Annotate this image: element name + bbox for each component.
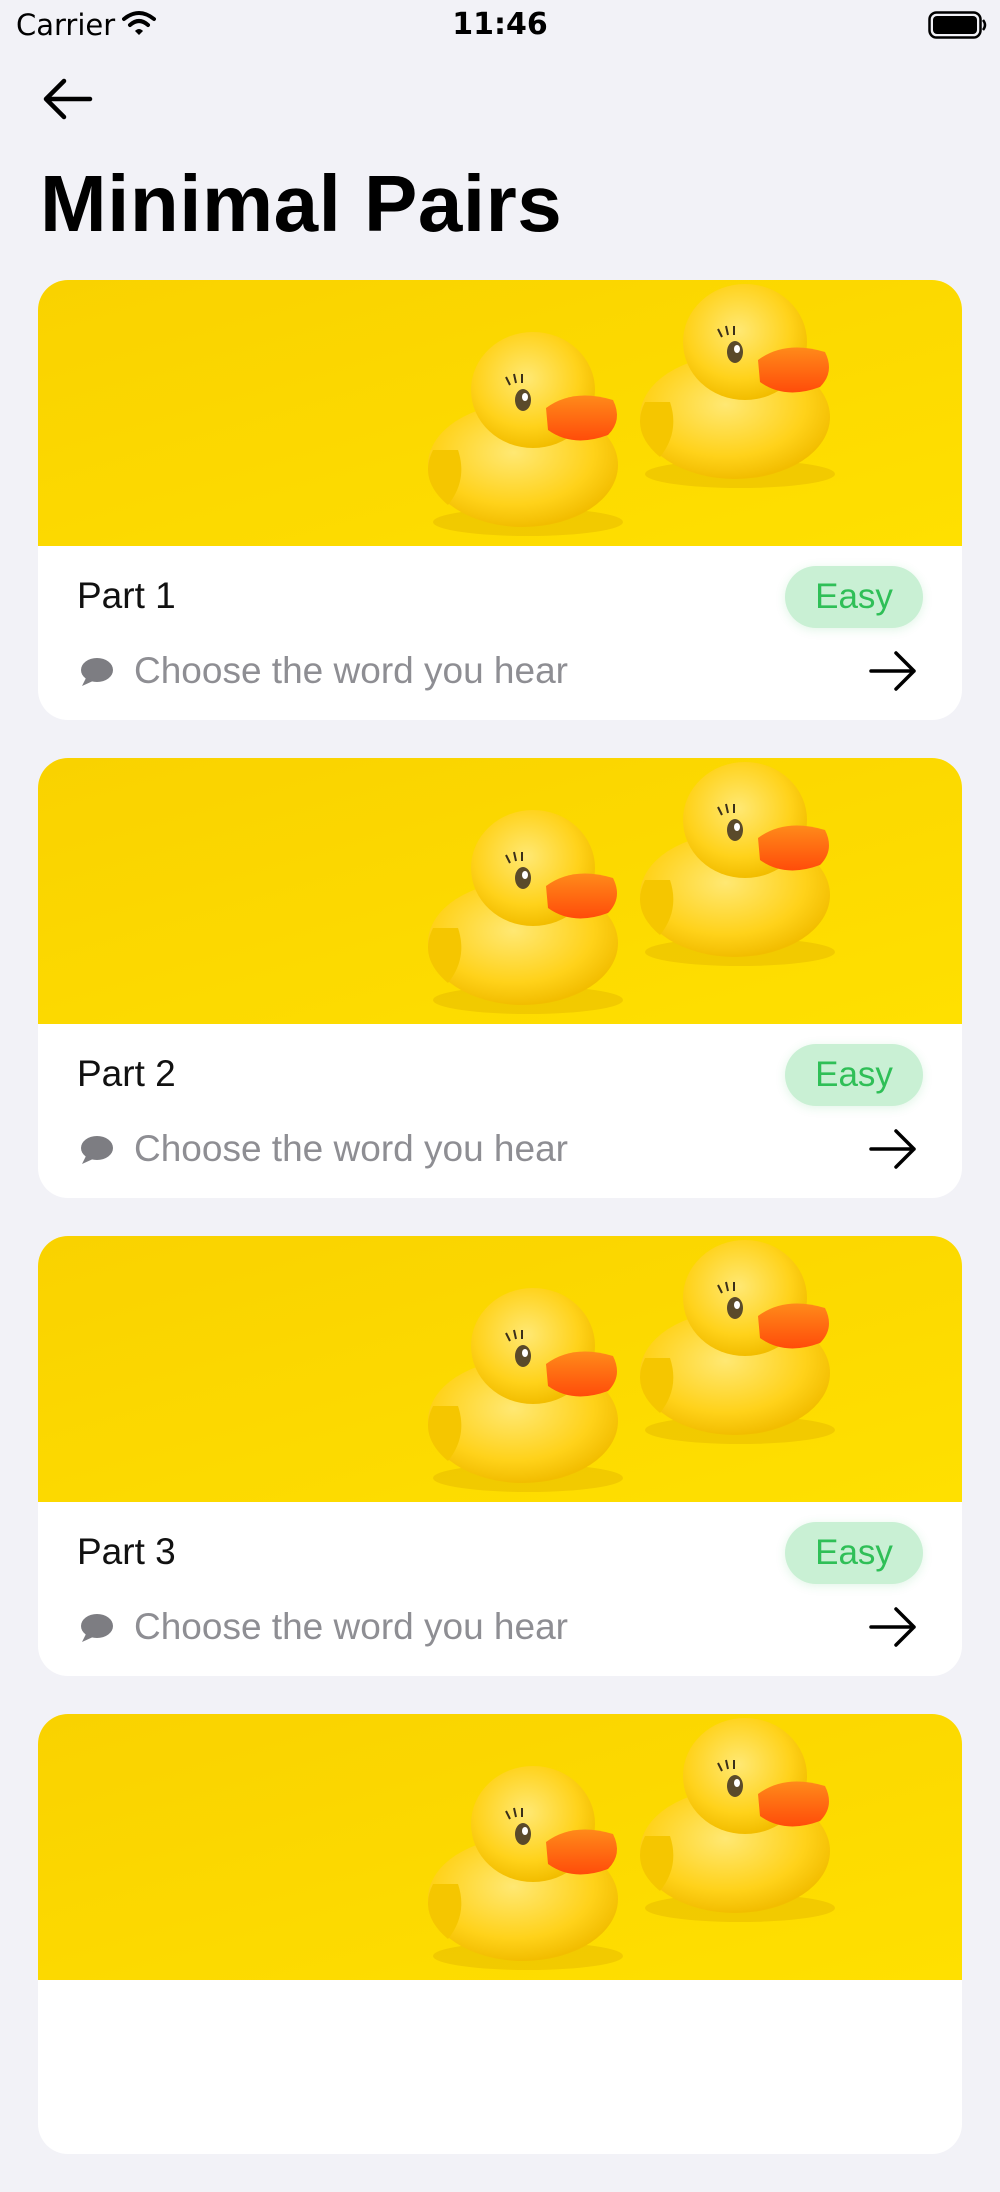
- status-bar: Carrier 11:46: [0, 0, 1000, 52]
- card-subtitle: Choose the word you hear: [134, 1606, 568, 1647]
- speech-bubble-icon: [81, 1614, 113, 1642]
- card-title: Part 3: [77, 1531, 176, 1572]
- card-title: Part 1: [77, 575, 176, 616]
- difficulty-badge: Easy: [785, 566, 923, 628]
- difficulty-badge: Easy: [785, 1044, 923, 1106]
- lesson-card[interactable]: [38, 1714, 962, 2154]
- card-subtitle: Choose the word you hear: [134, 1128, 568, 1169]
- arrow-left-icon: [43, 78, 93, 120]
- back-button[interactable]: [40, 74, 96, 124]
- rubber-ducks-image: [38, 758, 962, 1024]
- arrow-right-icon[interactable]: [868, 1606, 918, 1648]
- clock-time: 11:46: [452, 7, 548, 42]
- difficulty-badge: Easy: [785, 1522, 923, 1584]
- rubber-ducks-image: [38, 1714, 962, 1980]
- lesson-card[interactable]: Part 3 Easy Choose the word you hear: [38, 1236, 962, 1676]
- speech-bubble-icon: [81, 658, 113, 686]
- card-title: Part 2: [77, 1053, 176, 1094]
- arrow-right-icon[interactable]: [868, 650, 918, 692]
- speech-bubble-icon: [81, 1136, 113, 1164]
- rubber-ducks-image: [38, 1236, 962, 1502]
- rubber-ducks-image: [38, 280, 962, 546]
- card-subtitle: Choose the word you hear: [134, 650, 568, 691]
- lesson-card[interactable]: Part 1 Easy Choose the word you hear: [38, 280, 962, 720]
- arrow-right-icon[interactable]: [868, 1128, 918, 1170]
- page-title: Minimal Pairs: [40, 159, 563, 248]
- lesson-card-list: Part 1 Easy Choose the word you hear Par…: [38, 280, 962, 2192]
- lesson-card[interactable]: Part 2 Easy Choose the word you hear: [38, 758, 962, 1198]
- battery-icon: [928, 11, 987, 39]
